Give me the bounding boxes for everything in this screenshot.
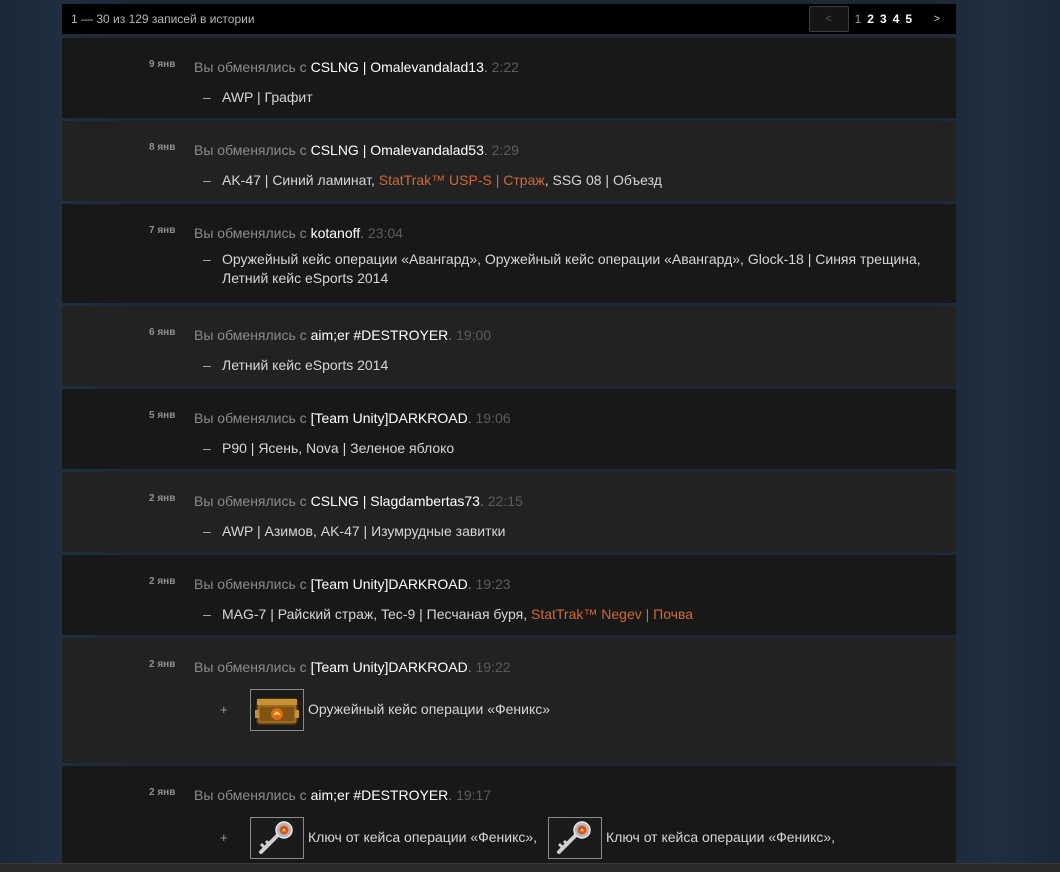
trade-time: 22:15 — [487, 493, 523, 509]
trade-entry: 6 янв Вы обменялись с aim;er #DESTROYER.… — [62, 306, 956, 386]
trade-partner-link[interactable]: kotanoff — [311, 225, 361, 241]
trade-entry: 9 янв Вы обменялись с CSLNG | Omalevanda… — [62, 38, 956, 118]
page-2-link[interactable]: 2 — [865, 12, 876, 26]
trade-items: – AWP | Азимов, AK-47 | Изумрудные завит… — [203, 522, 506, 541]
trade-date: 5 янв — [149, 410, 176, 421]
trade-headline: Вы обменялись с [Team Unity]DARKROAD. 19… — [194, 576, 511, 592]
given-marker: – — [203, 251, 211, 267]
trade-items: – AWP | Графит — [203, 88, 313, 107]
trade-time: 19:17 — [456, 787, 492, 803]
item-tile[interactable] — [548, 817, 602, 859]
trade-time: 2:22 — [491, 59, 519, 75]
trade-items: – P90 | Ясень, Nova | Зеленое яблоко — [203, 439, 455, 458]
pagination-bar: 1 — 30 из 129 записей в истории < 1 2 3 … — [62, 4, 956, 35]
items-text: AWP | Графит — [222, 89, 313, 105]
item-label: Ключ от кейса операции «Феникс», — [606, 829, 836, 845]
trade-headline: Вы обменялись с aim;er #DESTROYER. 19:00 — [194, 327, 492, 343]
item-tile[interactable] — [250, 689, 304, 731]
trade-time: 19:23 — [475, 576, 511, 592]
item-label: Ключ от кейса операции «Феникс», — [308, 829, 538, 845]
trade-date: 2 янв — [149, 493, 176, 504]
phoenix-key-icon — [259, 821, 293, 854]
items-text: P90 | Ясень, Nova | Зеленое яблоко — [222, 440, 455, 456]
trade-headline: Вы обменялись с [Team Unity]DARKROAD. 19… — [194, 410, 511, 426]
trade-items: – Оружейный кейс операции «Авангард», Ор… — [203, 250, 932, 288]
trade-date: 2 янв — [149, 659, 176, 670]
received-marker: + — [220, 702, 228, 717]
trade-entry: 2 янв Вы обменялись с CSLNG | Slagdamber… — [62, 472, 956, 552]
next-page-button[interactable]: > — [918, 7, 956, 31]
trade-date: 7 янв — [149, 225, 176, 236]
given-marker: – — [203, 606, 211, 622]
page-1: 1 — [854, 12, 862, 26]
trade-items: – AK-47 | Синий ламинат, StatTrak™ USP-S… — [203, 171, 662, 190]
trade-headline: Вы обменялись с CSLNG | Omalevandalad13.… — [194, 59, 519, 75]
items-text: Летний кейс eSports 2014 — [222, 270, 389, 286]
trade-headline: Вы обменялись с CSLNG | Omalevandalad53.… — [194, 142, 519, 158]
given-marker: – — [203, 357, 211, 373]
trade-partner-link[interactable]: CSLNG | Omalevandalad13 — [311, 59, 484, 75]
trade-headline: Вы обменялись с [Team Unity]DARKROAD. 19… — [194, 659, 511, 675]
trade-time: 23:04 — [367, 225, 403, 241]
trade-time: 19:22 — [475, 659, 511, 675]
stattrak-item-name: StatTrak™ USP-S | Страж — [378, 172, 545, 188]
trade-partner-link[interactable]: [Team Unity]DARKROAD — [311, 659, 468, 675]
trade-headline: Вы обменялись с aim;er #DESTROYER. 19:17 — [194, 787, 492, 803]
trade-date: 9 янв — [149, 59, 176, 70]
trade-partner-link[interactable]: aim;er #DESTROYER — [311, 787, 449, 803]
trade-time: 19:00 — [456, 327, 492, 343]
item-name: , SSG 08 | Объезд — [544, 172, 662, 188]
trade-date: 6 янв — [149, 327, 176, 338]
page-4-link[interactable]: 4 — [891, 12, 902, 26]
trade-items: – Летний кейс eSports 2014 — [203, 356, 389, 375]
prev-page-button[interactable]: < — [808, 6, 849, 32]
trade-entry: 5 янв Вы обменялись с [Team Unity]DARKRO… — [62, 389, 956, 469]
trade-partner-link[interactable]: CSLNG | Slagdambertas73 — [311, 493, 480, 509]
item-name: MAG-7 | Райский страж, Tec-9 | Песчаная … — [222, 606, 531, 622]
trade-date: 2 янв — [149, 787, 176, 798]
trade-entry: 2 янв Вы обменялись с aim;er #DESTROYER.… — [62, 766, 956, 871]
page-3-link[interactable]: 3 — [878, 12, 889, 26]
given-marker: – — [203, 172, 211, 188]
trade-headline: Вы обменялись с kotanoff. 23:04 — [194, 225, 403, 241]
given-marker: – — [203, 523, 211, 539]
trade-entry: 2 янв Вы обменялись с [Team Unity]DARKRO… — [62, 555, 956, 635]
phoenix-case-icon — [255, 698, 299, 725]
trade-partner-link[interactable]: aim;er #DESTROYER — [311, 327, 449, 343]
trade-entry: 2 янв Вы обменялись с [Team Unity]DARKRO… — [62, 638, 956, 763]
page-5-link[interactable]: 5 — [903, 12, 914, 26]
item-name: AK-47 | Синий ламинат, — [222, 172, 379, 188]
trade-items: – MAG-7 | Райский страж, Tec-9 | Песчана… — [203, 605, 694, 624]
trade-entry: 8 янв Вы обменялись с CSLNG | Omalevanda… — [62, 121, 956, 201]
trade-time: 19:06 — [475, 410, 511, 426]
received-marker: + — [220, 830, 228, 845]
trade-partner-link[interactable]: [Team Unity]DARKROAD — [311, 576, 468, 592]
record-count: 1 — 30 из 129 записей в истории — [71, 12, 255, 26]
item-label: Оружейный кейс операции «Феникс» — [308, 701, 551, 717]
given-marker: – — [203, 440, 211, 456]
item-tile[interactable] — [250, 817, 304, 859]
trade-partner-link[interactable]: [Team Unity]DARKROAD — [311, 410, 468, 426]
items-text: AWP | Азимов, AK-47 | Изумрудные завитки — [222, 523, 506, 539]
stattrak-item-name: StatTrak™ Negev | Почва — [530, 606, 694, 622]
given-marker: – — [203, 89, 211, 105]
trade-date: 2 янв — [149, 576, 176, 587]
items-text: Оружейный кейс операции «Авангард», Оруж… — [222, 251, 921, 267]
trade-time: 2:29 — [491, 142, 519, 158]
pager: < 1 2 3 4 5 > — [808, 6, 956, 32]
trade-partner-link[interactable]: CSLNG | Omalevandalad53 — [311, 142, 484, 158]
trade-entry: 7 янв Вы обменялись с kotanoff. 23:04 – … — [62, 204, 956, 303]
trade-date: 8 янв — [149, 142, 176, 153]
trade-history-panel: 1 — 30 из 129 записей в истории < 1 2 3 … — [62, 4, 956, 871]
phoenix-key-icon — [557, 821, 591, 854]
trade-headline: Вы обменялись с CSLNG | Slagdambertas73.… — [194, 493, 523, 509]
items-text: Летний кейс eSports 2014 — [222, 357, 389, 373]
